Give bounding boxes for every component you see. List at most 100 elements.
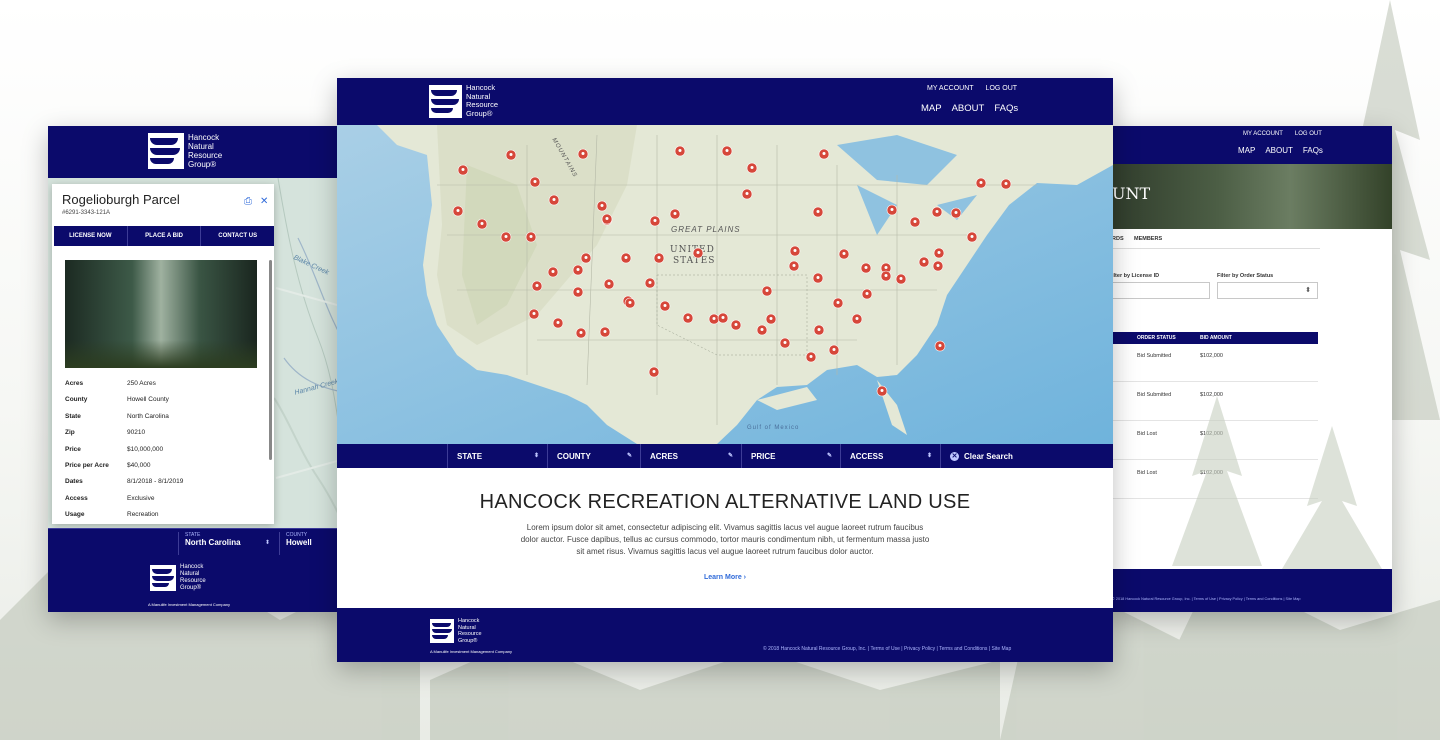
hancock-logo[interactable]: Hancock Natural Resource Group® (429, 83, 498, 118)
account-screen: MY ACCOUNT LOG OUT MAP ABOUT FAQs UNT RD… (1102, 126, 1392, 612)
map-pin-dot (584, 256, 588, 259)
detail-key: Dates (65, 478, 83, 486)
map-pin-dot (822, 152, 826, 155)
parcel-detail-screen: Hancock Natural Resource Group® Blake Cr… (48, 126, 348, 612)
hero-title: UNT (1112, 184, 1151, 203)
logo-line: Natural (188, 142, 214, 151)
access-filter[interactable]: ACCESS ⬍ (840, 444, 940, 468)
map-pin-dot (657, 256, 661, 259)
learn-more-link[interactable]: Learn More › (337, 574, 1113, 581)
nav-faqs[interactable]: FAQs (1303, 146, 1323, 155)
chevron-right-icon: › (743, 574, 747, 581)
logo-line: Resource (458, 631, 482, 637)
card-scrollbar[interactable] (269, 260, 272, 460)
detail-key: Usage (65, 511, 85, 519)
state-filter[interactable]: STATE ⬍ (447, 444, 547, 468)
logo-line: Resource (180, 578, 206, 584)
license-id-input[interactable] (1108, 282, 1210, 299)
map-pin-dot (504, 235, 508, 238)
nav-about[interactable]: ABOUT (1265, 146, 1293, 155)
detail-value: $40,000 (127, 461, 151, 469)
map-pin-dot (552, 198, 556, 201)
map-pin-dot (769, 317, 773, 320)
filter-label: COUNTY (557, 451, 591, 461)
tab-members[interactable]: MEMBERS (1134, 236, 1162, 242)
contact-us-button[interactable]: CONTACT US (201, 226, 274, 246)
log-out-link[interactable]: LOG OUT (986, 85, 1018, 92)
map-pin-dot (750, 166, 754, 169)
logo-line: Group® (458, 637, 478, 644)
main-nav: MAP ABOUT FAQs (921, 103, 1018, 114)
map-pin-dot (624, 256, 628, 259)
map-pin-dot (509, 153, 513, 156)
map-pin-dot (783, 341, 787, 344)
map-pin-dot (979, 181, 983, 184)
map-pin-dot (600, 204, 604, 207)
map-pin-dot (913, 220, 917, 223)
map-pin-dot (937, 251, 941, 254)
footer-logo[interactable]: Hancock Natural Resource Group® (430, 618, 482, 644)
map-pin-dot (836, 301, 840, 304)
parcel-actions: LICENSE NOW PLACE A BID CONTACT US (54, 226, 274, 246)
filter-label: ACRES (650, 451, 679, 461)
map-home-screen: Hancock Natural Resource Group® MY ACCOU… (337, 78, 1113, 662)
map-pin-dot (760, 328, 764, 331)
tab-divider (1102, 248, 1320, 249)
map-pin-dot (809, 355, 813, 358)
price-filter[interactable]: PRICE ✎ (741, 444, 840, 468)
detail-row: Price $10,000,000 (65, 446, 255, 462)
map-pin-dot (938, 344, 942, 347)
logo-line: Group® (188, 160, 217, 169)
print-icon[interactable]: ⎙ (244, 196, 252, 207)
clear-icon: ✕ (950, 451, 959, 461)
county-filter[interactable]: COUNTY ✎ (547, 444, 640, 468)
map-pin-dot (816, 276, 820, 279)
map-pin-dot (532, 312, 536, 315)
my-account-link[interactable]: MY ACCOUNT (1243, 131, 1283, 137)
nav-map[interactable]: MAP (921, 103, 942, 114)
acres-filter[interactable]: ACRES ✎ (640, 444, 741, 468)
detail-value: 250 Acres (127, 380, 156, 387)
map-pin-dot (865, 292, 869, 295)
parcel-card: Rogelioburgh Parcel #6291-3343-121A ⎙ ✕ … (52, 184, 274, 524)
parcel-pins (452, 145, 1012, 397)
order-status-select[interactable]: ⬍ (1217, 282, 1318, 299)
nav-faqs[interactable]: FAQs (994, 103, 1018, 114)
filter-label: STATE (457, 451, 483, 461)
footer-logo[interactable]: Hancock Natural Resource Group® (150, 564, 206, 592)
log-out-link[interactable]: LOG OUT (1295, 131, 1322, 137)
map-pin-dot (607, 282, 611, 285)
license-now-button[interactable]: LICENSE NOW (54, 226, 128, 246)
logo-line: Hancock (458, 618, 480, 624)
nav-about[interactable]: ABOUT (952, 103, 985, 114)
place-a-bid-button[interactable]: PLACE A BID (128, 226, 202, 246)
select-arrows-icon: ⬍ (533, 453, 539, 459)
detail-value: Exclusive (127, 494, 155, 502)
detail-row: Access Exclusive (65, 495, 255, 511)
detail-value: Howell County (127, 396, 169, 404)
detail-value: 8/1/2018 - 8/1/2019 (127, 478, 184, 486)
us-map[interactable]: UNITED STATES GREAT PLAINS MOUNTAINS Gul… (337, 125, 1113, 444)
map-pin-dot (864, 266, 868, 269)
clear-search-button[interactable]: ✕ Clear Search (940, 444, 1060, 468)
orders-table-header: ORDER STATUS BID AMOUNT (1102, 332, 1318, 344)
learn-more-label: Learn More (703, 574, 742, 581)
left-header: Hancock Natural Resource Group® (48, 126, 348, 178)
map-pin-dot (765, 289, 769, 292)
nav-map[interactable]: MAP (1238, 146, 1255, 155)
state-filter[interactable]: STATE North Carolina ⬍ (178, 532, 276, 556)
my-account-link[interactable]: MY ACCOUNT (927, 85, 974, 92)
detail-key: Zip (65, 429, 75, 437)
hancock-logo[interactable]: Hancock Natural Resource Group® (148, 133, 222, 169)
detail-row: Price per Acre $40,000 (65, 462, 255, 478)
map-pin-dot (556, 321, 560, 324)
logo-mark-icon (150, 565, 176, 591)
right-header: MY ACCOUNT LOG OUT MAP ABOUT FAQs (1102, 126, 1392, 164)
map-pin-dot (652, 370, 656, 373)
map-pin-dot (576, 268, 580, 271)
account-links: MY ACCOUNT LOG OUT (1243, 131, 1322, 137)
detail-value: 90210 (127, 429, 146, 437)
close-icon[interactable]: ✕ (260, 196, 268, 207)
tab-records[interactable]: RDS (1112, 236, 1124, 242)
map-pin-dot (725, 149, 729, 152)
